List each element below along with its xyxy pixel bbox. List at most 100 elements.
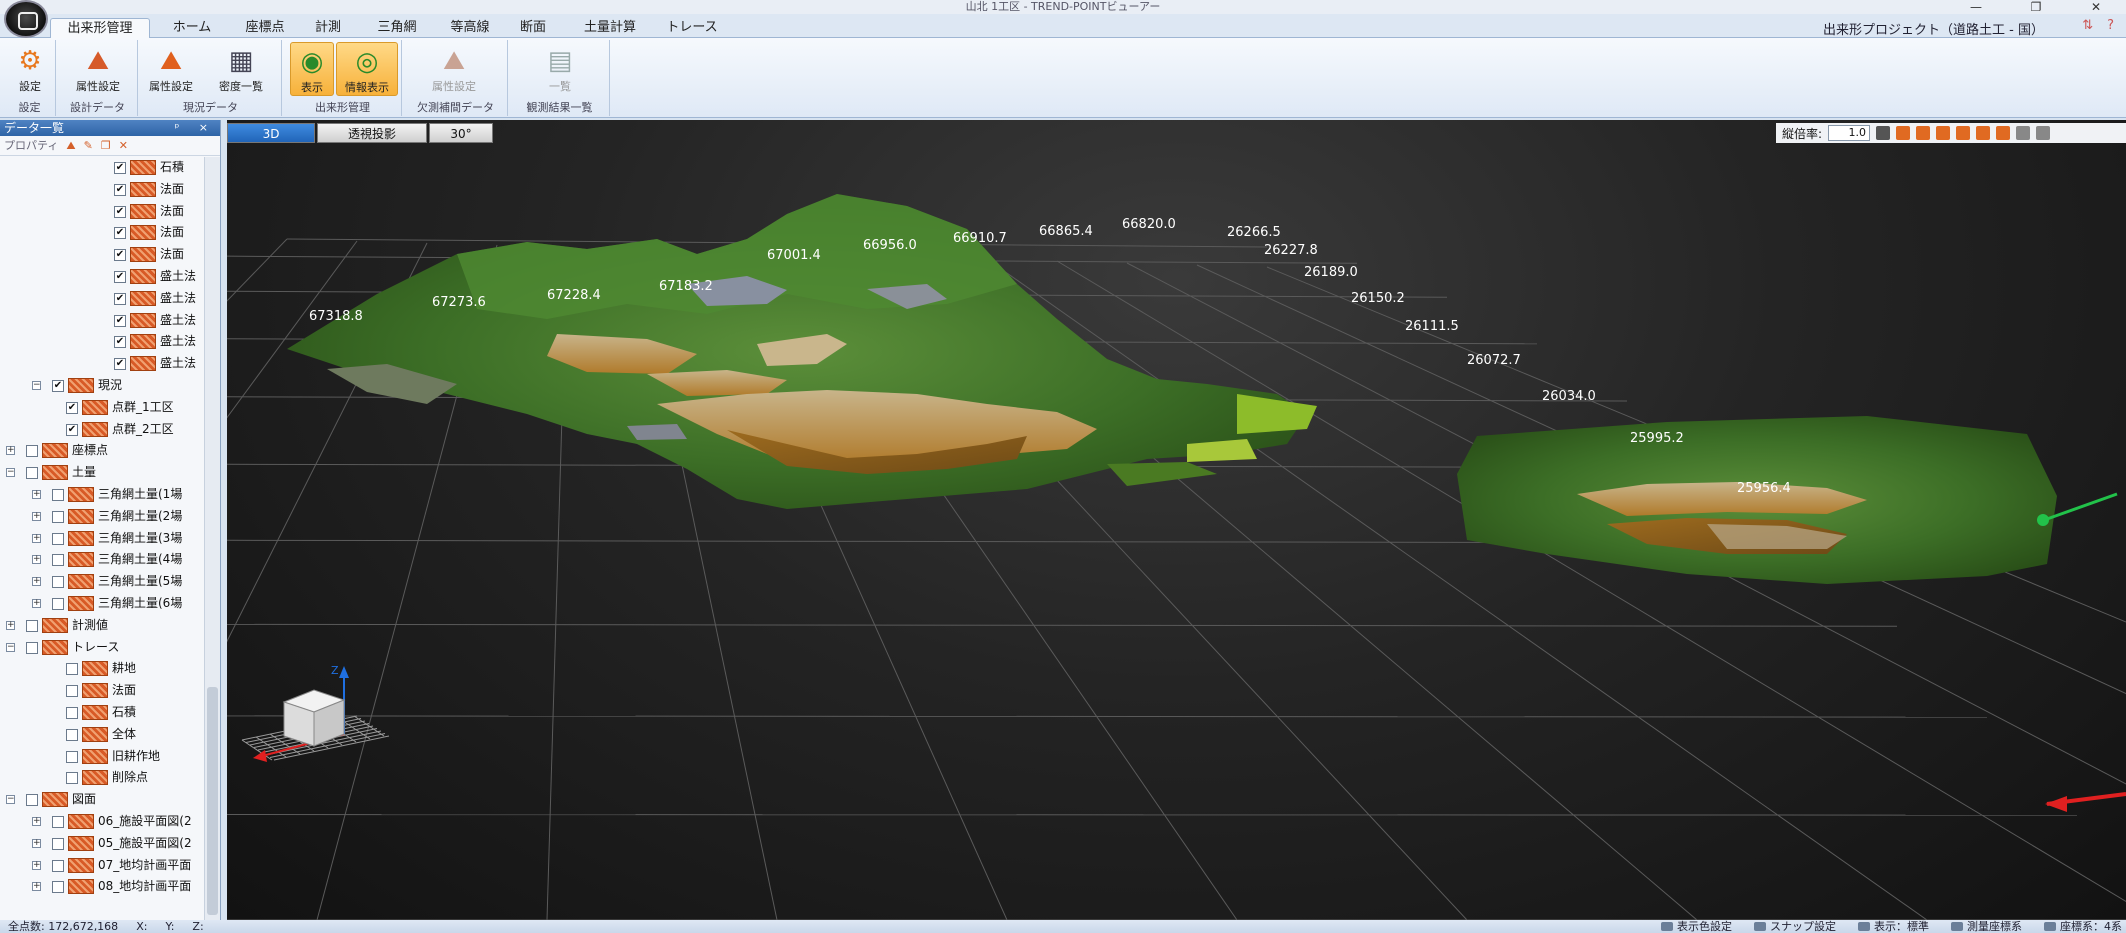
tree-checkbox[interactable]: ✔ xyxy=(114,358,126,371)
tree-checkbox[interactable]: ✔ xyxy=(114,292,126,305)
coordinate-system-button[interactable]: 座標系：4系 xyxy=(2044,920,2122,933)
tree-row[interactable]: − ✔ 現況 xyxy=(0,375,204,396)
tree-checkbox[interactable] xyxy=(52,554,64,567)
view-front-icon[interactable] xyxy=(1916,126,1931,140)
tab-section[interactable]: 断面 xyxy=(505,18,561,38)
current-attribute-button[interactable]: ⛰ 属性設定 xyxy=(146,42,196,96)
tree-checkbox[interactable]: ✔ xyxy=(114,271,126,283)
tree-expander[interactable]: − xyxy=(32,381,41,390)
tree-expander[interactable]: + xyxy=(32,817,41,826)
tree-row[interactable]: ✔ 石積 xyxy=(0,157,204,178)
rotate-icon[interactable] xyxy=(2016,126,2031,140)
edit-icon[interactable]: ✎ xyxy=(84,136,93,155)
application-menu-button[interactable] xyxy=(4,0,48,38)
tree-expander[interactable]: + xyxy=(32,599,41,608)
tree-checkbox[interactable] xyxy=(66,772,78,785)
tree-expander[interactable]: − xyxy=(6,468,15,478)
tree-checkbox[interactable] xyxy=(66,707,78,719)
tree-row[interactable]: ✔ 盛土法 xyxy=(0,310,204,331)
tree-row[interactable]: +08_地均計画平面 xyxy=(0,876,204,897)
tree-checkbox[interactable] xyxy=(52,859,64,872)
tab-contour[interactable]: 等高線 xyxy=(435,18,505,38)
close-button[interactable]: ✕ xyxy=(2066,0,2126,14)
home-view-icon[interactable] xyxy=(1876,126,1891,140)
tree-row[interactable]: 石積 xyxy=(0,702,204,723)
scrollbar-thumb[interactable] xyxy=(207,687,218,915)
angle-tab[interactable]: 30° xyxy=(429,123,493,143)
tree-checkbox[interactable]: ✔ xyxy=(66,423,78,436)
tree-checkbox[interactable] xyxy=(26,641,38,654)
tree-checkbox[interactable]: ✔ xyxy=(114,227,126,240)
tree-checkbox[interactable]: ✔ xyxy=(114,336,126,349)
tree-expander[interactable]: − xyxy=(6,795,15,805)
tree-expander[interactable]: + xyxy=(32,490,41,499)
survey-coordinate-button[interactable]: 測量座標系 xyxy=(1951,920,2022,933)
tree-checkbox[interactable] xyxy=(66,663,78,676)
properties-button[interactable]: プロパティ xyxy=(4,136,58,155)
pane-pin-close[interactable]: ᵖ × xyxy=(175,120,216,136)
tree-checkbox[interactable]: ✔ xyxy=(114,249,126,262)
terrain-icon[interactable]: ⛰ xyxy=(66,136,75,155)
tree-row[interactable]: − 図面 xyxy=(0,789,204,810)
tree-checkbox[interactable]: ✔ xyxy=(66,401,78,414)
settings-button[interactable]: ⚙ 設定 xyxy=(5,42,55,96)
sort-icon[interactable]: ⇅ xyxy=(2082,18,2093,33)
view-back-icon[interactable] xyxy=(1936,126,1951,140)
tree-row[interactable]: + 三角網土量(6場 xyxy=(0,593,204,614)
tree-checkbox[interactable] xyxy=(26,445,38,458)
tree-checkbox[interactable] xyxy=(52,576,64,589)
tree-row[interactable]: ✔ 盛土法 xyxy=(0,288,204,309)
interp-attribute-button[interactable]: ⛰ 属性設定 xyxy=(429,42,479,96)
tree-expander[interactable]: + xyxy=(32,511,41,521)
point-cloud-scene[interactable]: 67318.8 67273.6 67228.4 67183.2 67001.4 … xyxy=(227,144,2126,920)
tree-checkbox[interactable] xyxy=(26,794,38,807)
tree-checkbox[interactable]: ✔ xyxy=(114,162,126,174)
design-attribute-button[interactable]: ⛰ 属性設定 xyxy=(73,42,123,96)
tree-expander[interactable]: + xyxy=(32,577,41,587)
snap-settings-button[interactable]: スナップ設定 xyxy=(1754,920,1836,933)
tree-checkbox[interactable] xyxy=(52,532,64,545)
tree-checkbox[interactable]: ✔ xyxy=(114,314,126,327)
tree-row[interactable]: ✔ 盛土法 xyxy=(0,353,204,374)
tree-scrollbar[interactable] xyxy=(204,157,220,920)
observation-list-button[interactable]: ▤ 一覧 xyxy=(535,42,585,96)
tree-expander[interactable]: + xyxy=(32,882,41,892)
tree-checkbox[interactable]: ✔ xyxy=(52,380,64,392)
tree-row[interactable]: 旧耕作地 xyxy=(0,746,204,767)
tree-expander[interactable]: + xyxy=(6,620,15,630)
tree-row[interactable]: ✔ 点群_2工区 xyxy=(0,419,204,440)
tree-row[interactable]: 耕地 xyxy=(0,658,204,679)
tree-expander[interactable]: − xyxy=(6,642,15,652)
tab-trace[interactable]: トレース xyxy=(655,18,729,38)
restore-button[interactable]: ❐ xyxy=(2006,0,2066,14)
tree-expander[interactable]: + xyxy=(32,860,41,870)
tree-expander[interactable]: + xyxy=(32,555,41,565)
settings-tool-icon[interactable] xyxy=(2036,126,2051,140)
tree-checkbox[interactable] xyxy=(66,685,78,698)
tree-row[interactable]: − 土量 xyxy=(0,462,204,483)
tab-home[interactable]: ホーム xyxy=(157,18,227,38)
tab-dekigata[interactable]: 出来形管理 xyxy=(50,18,150,38)
tree-row[interactable]: − トレース xyxy=(0,637,204,658)
tree-checkbox[interactable] xyxy=(52,816,64,828)
tree-row[interactable]: 全体 xyxy=(0,724,204,745)
tab-volume[interactable]: 土量計算 xyxy=(568,18,652,38)
tree-checkbox[interactable] xyxy=(52,598,64,610)
tree-checkbox[interactable] xyxy=(52,837,64,850)
tree-row[interactable]: + 三角網土量(5場 xyxy=(0,571,204,592)
orientation-gizmo[interactable]: Z xyxy=(241,664,390,762)
color-settings-button[interactable]: 表示色設定 xyxy=(1661,920,1732,933)
perspective-tab[interactable]: 透視投影 xyxy=(317,123,427,143)
tree-checkbox[interactable] xyxy=(52,489,64,501)
tree-row[interactable]: ✔ 法面 xyxy=(0,201,204,222)
delete-icon[interactable]: ✕ xyxy=(119,136,128,155)
minimize-button[interactable]: — xyxy=(1946,0,2006,14)
tree-row[interactable]: + 座標点 xyxy=(0,440,204,461)
tree-row[interactable]: + 三角網土量(3場 xyxy=(0,528,204,549)
tree-row[interactable]: ✔ 法面 xyxy=(0,244,204,265)
tree-row[interactable]: 削除点 xyxy=(0,767,204,788)
display-mode-button[interactable]: 表示：標準 xyxy=(1858,920,1929,933)
tab-tin[interactable]: 三角網 xyxy=(362,18,432,38)
tree-row[interactable]: ✔ 点群_1工区 xyxy=(0,397,204,418)
tree-checkbox[interactable] xyxy=(66,728,78,741)
